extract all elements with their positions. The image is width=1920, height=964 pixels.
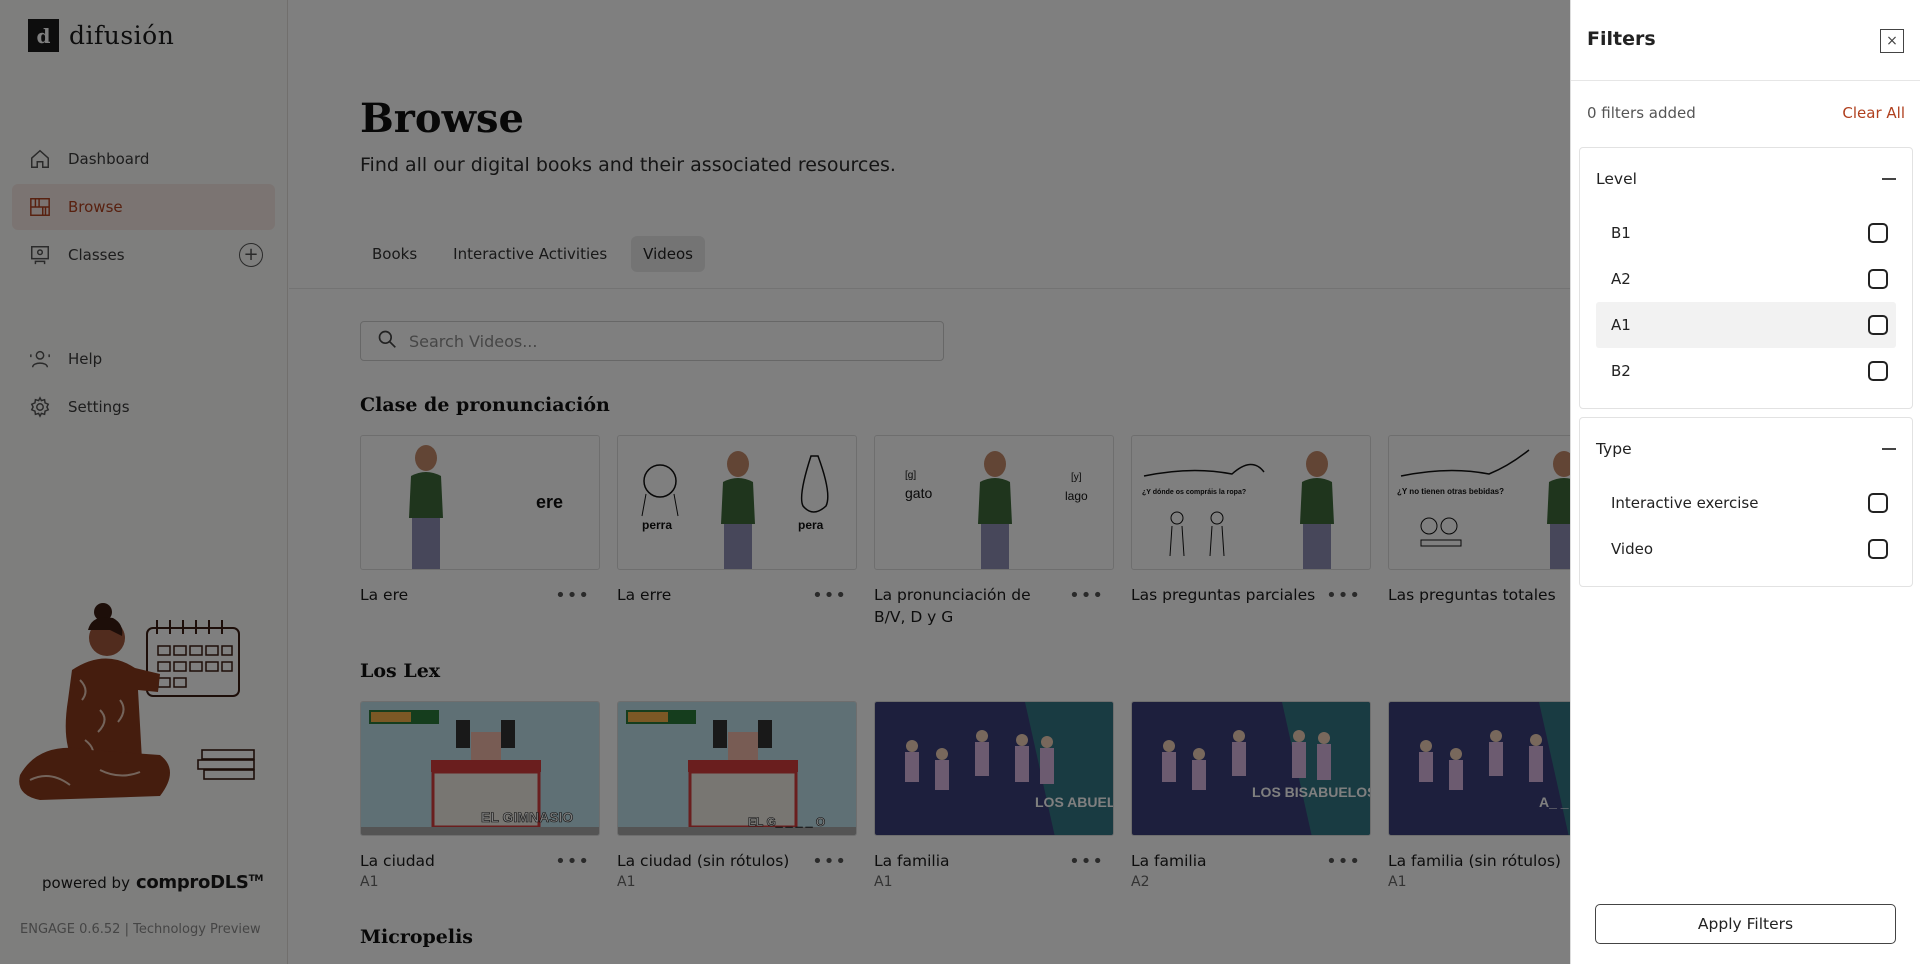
filters-header: Filters × — [1571, 0, 1920, 81]
filter-option-a1[interactable]: A1 — [1596, 302, 1896, 348]
filter-group-header[interactable]: Level — [1580, 148, 1912, 210]
checkbox[interactable] — [1868, 539, 1888, 559]
apply-filters-button[interactable]: Apply Filters — [1595, 904, 1896, 944]
filter-option-b2[interactable]: B2 — [1596, 348, 1896, 394]
filter-option-video[interactable]: Video — [1596, 526, 1896, 572]
filter-option-label: Video — [1611, 540, 1654, 558]
checkbox[interactable] — [1868, 361, 1888, 381]
filter-option-label: A1 — [1611, 316, 1631, 334]
filters-panel: Filters × 0 filters added Clear All Leve… — [1570, 0, 1920, 964]
filters-summary: 0 filters added Clear All — [1587, 104, 1905, 122]
checkbox[interactable] — [1868, 269, 1888, 289]
close-icon[interactable]: × — [1880, 29, 1904, 53]
filter-option-b1[interactable]: B1 — [1596, 210, 1896, 256]
filter-option-label: B1 — [1611, 224, 1631, 242]
filter-group-label: Type — [1596, 440, 1632, 458]
filter-group-type: Type Interactive exercise Video — [1579, 417, 1913, 587]
filter-option-label: B2 — [1611, 362, 1631, 380]
collapse-icon[interactable] — [1882, 178, 1896, 180]
checkbox[interactable] — [1868, 493, 1888, 513]
filter-group-level: Level B1 A2 A1 B2 — [1579, 147, 1913, 409]
filter-group-label: Level — [1596, 170, 1637, 188]
collapse-icon[interactable] — [1882, 448, 1896, 450]
checkbox[interactable] — [1868, 315, 1888, 335]
filters-count: 0 filters added — [1587, 104, 1696, 122]
modal-backdrop[interactable] — [0, 0, 1570, 964]
clear-all-button[interactable]: Clear All — [1842, 104, 1905, 122]
filter-option-label: Interactive exercise — [1611, 494, 1759, 512]
filters-title: Filters — [1587, 28, 1656, 50]
filter-option-interactive-exercise[interactable]: Interactive exercise — [1596, 480, 1896, 526]
filter-option-label: A2 — [1611, 270, 1631, 288]
checkbox[interactable] — [1868, 223, 1888, 243]
filter-option-a2[interactable]: A2 — [1596, 256, 1896, 302]
filter-group-header[interactable]: Type — [1580, 418, 1912, 480]
